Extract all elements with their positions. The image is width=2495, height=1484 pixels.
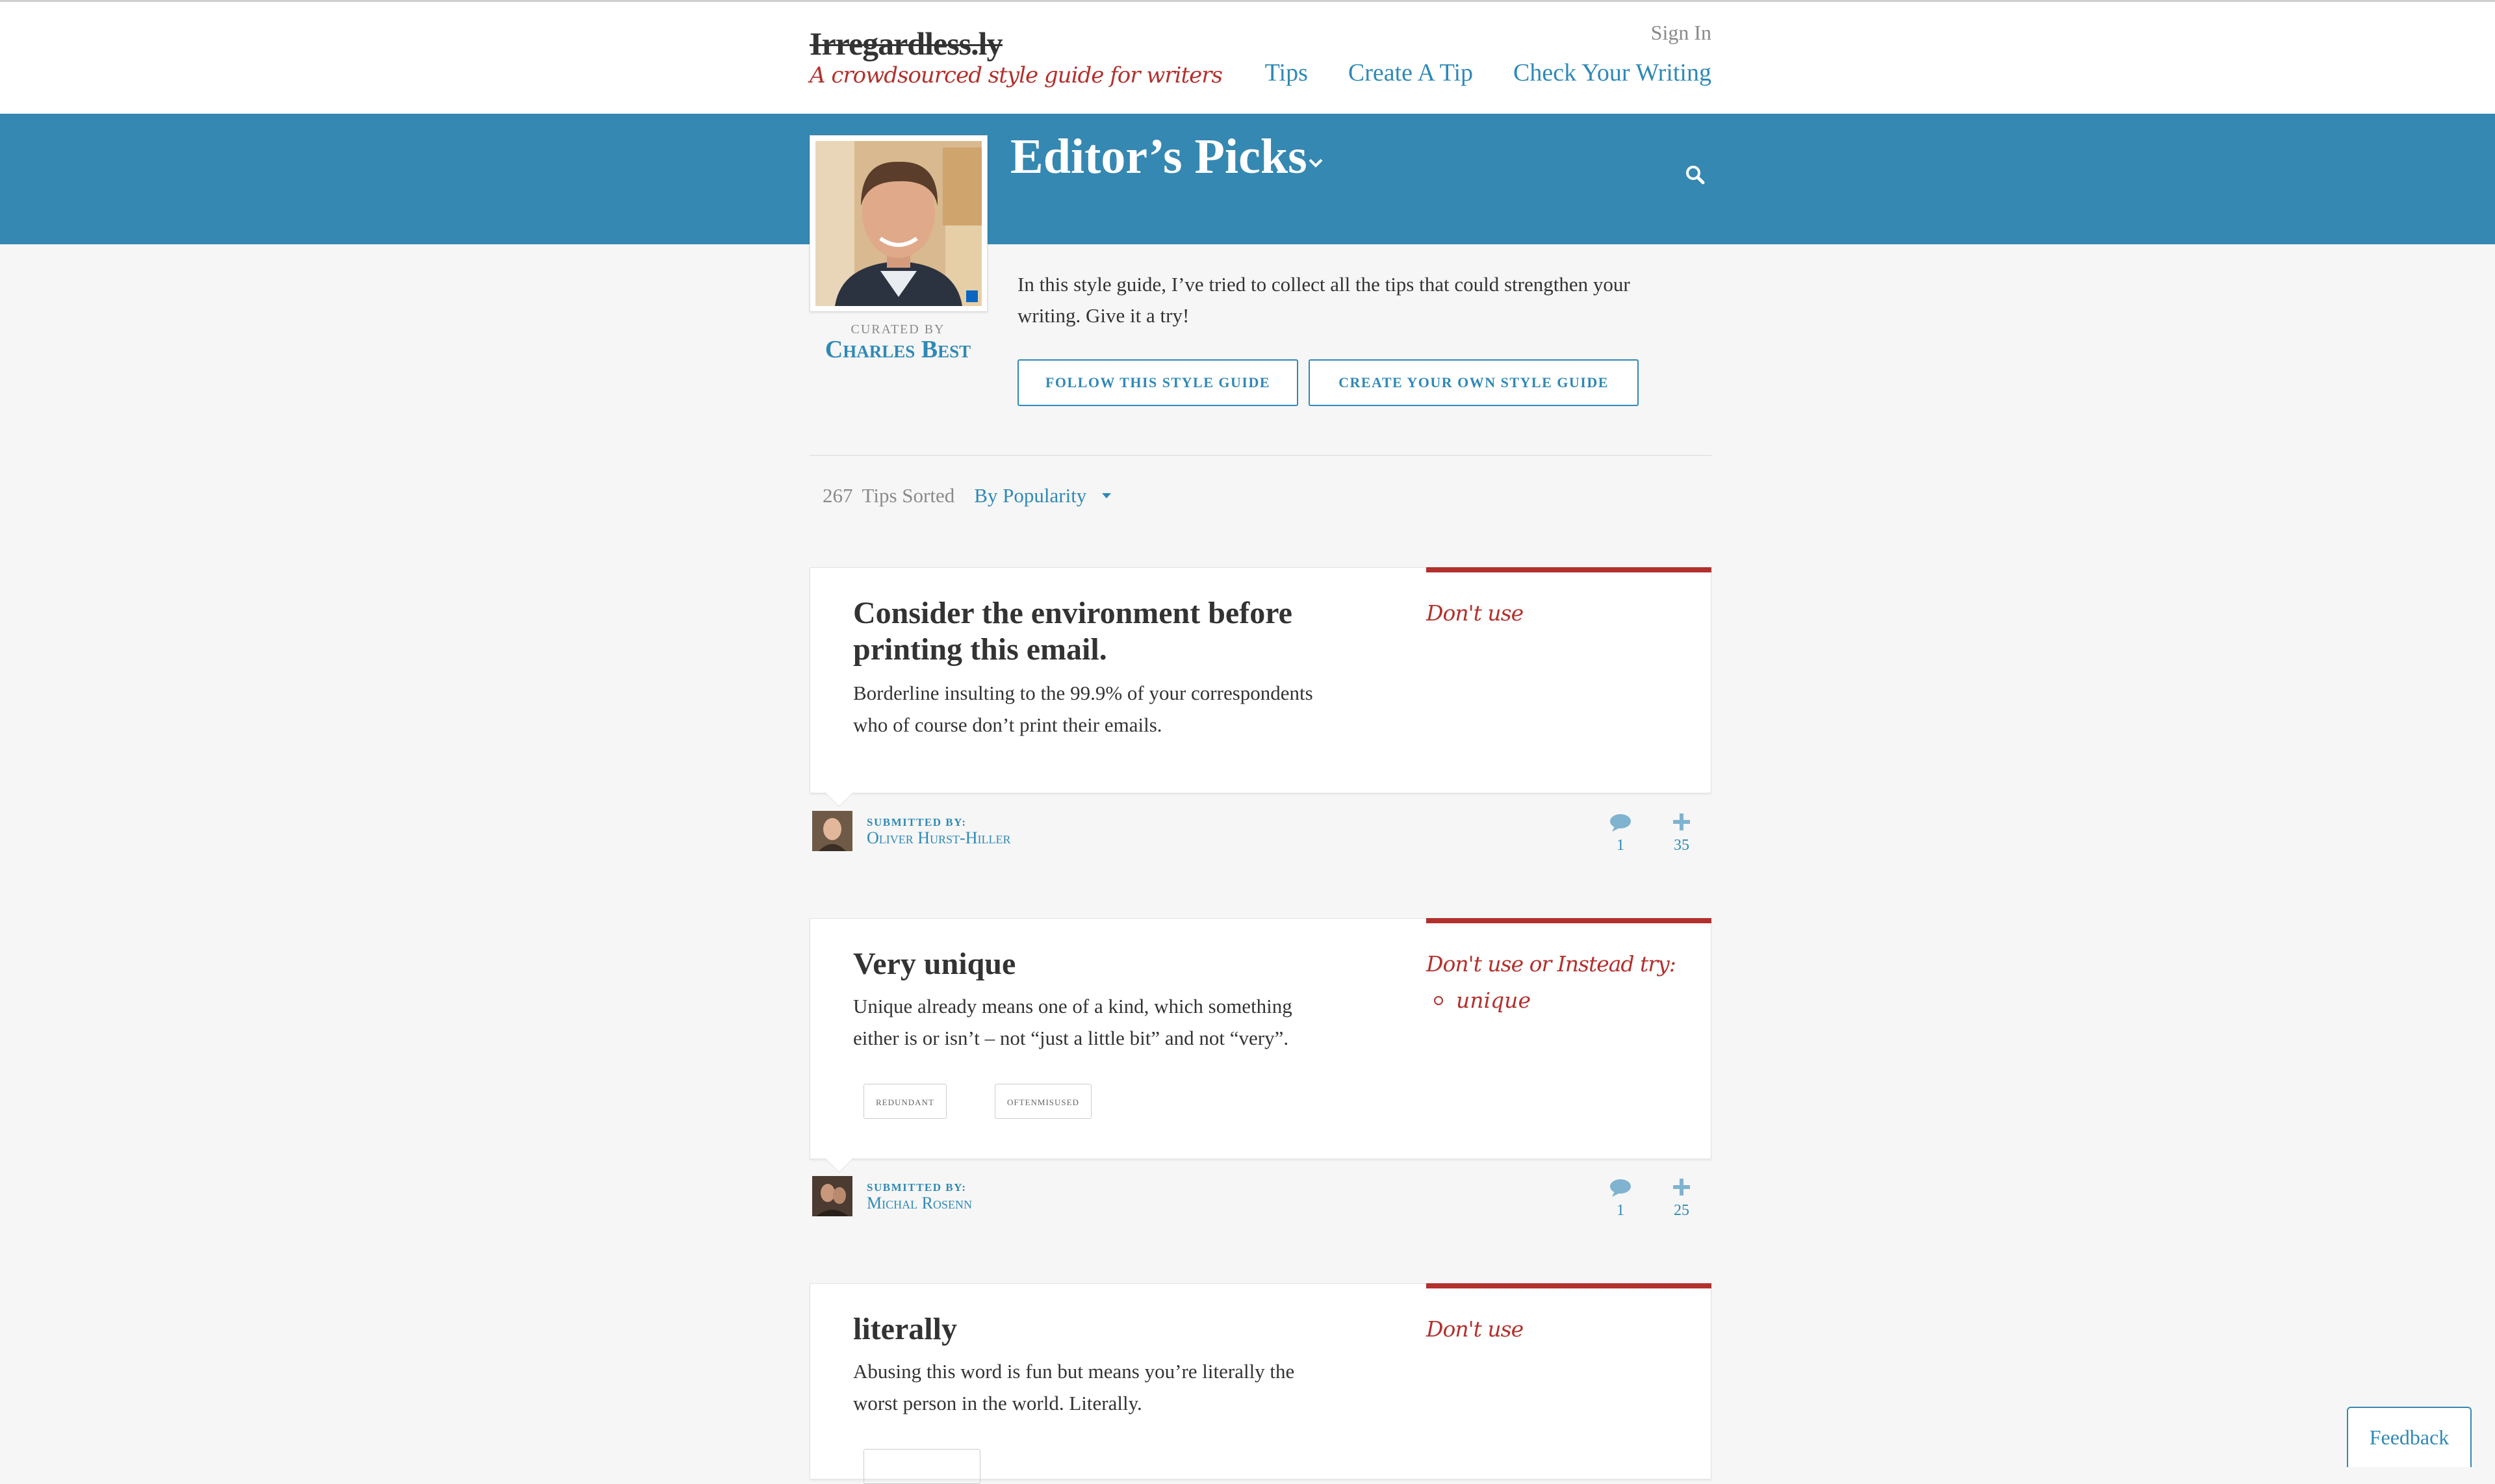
comment-icon: [1610, 1179, 1631, 1197]
tip-submitter[interactable]: Submitted by: Michal Rosenn: [812, 1176, 972, 1216]
tip-card[interactable]: Consider the environment before printing…: [810, 567, 1711, 808]
comment-number: 1: [1617, 837, 1624, 854]
tip-description-line: Abusing this word is fun but means you’r…: [853, 1360, 1295, 1383]
vote-count[interactable]: 25: [1662, 1177, 1701, 1218]
comment-number: 1: [1617, 1202, 1624, 1219]
plus-icon: [1673, 813, 1690, 830]
sort-bar: 267 Tips Sorted By Popularity: [823, 484, 1112, 507]
tip-card[interactable]: Very unique Unique already means one of …: [810, 918, 1711, 1173]
comment-icon: [1610, 814, 1631, 832]
section-divider: [810, 455, 1711, 456]
tip-rule-label: Don't use or Instead try:: [1426, 951, 1676, 977]
tip-rule-bar: [1426, 1283, 1711, 1288]
tip-rule-bar: [1426, 567, 1711, 572]
tip-title-line[interactable]: Consider the environment before: [853, 595, 1292, 632]
avatar: [812, 811, 852, 851]
tips-sorted-label: Tips Sorted: [862, 484, 955, 507]
vote-count[interactable]: 35: [1662, 812, 1701, 853]
tag-often-misused[interactable]: oftenMisused: [995, 1084, 1092, 1119]
chevron-down-icon[interactable]: [1306, 153, 1325, 173]
tag-partial[interactable]: [864, 1449, 980, 1484]
vote-number: 35: [1674, 837, 1689, 854]
nav-create-tip[interactable]: Create A Tip: [1348, 58, 1473, 87]
tip-card[interactable]: literally Abusing this word is fun but m…: [810, 1283, 1711, 1484]
submitted-by-label: Submitted by:: [867, 1181, 967, 1194]
sort-dropdown[interactable]: By Popularity: [974, 484, 1086, 507]
submitter-name[interactable]: Michal Rosenn: [867, 1195, 972, 1212]
tip-rule-label: Don't use: [1426, 600, 1524, 626]
guide-intro: In this style guide, I’ve tried to colle…: [1017, 273, 1630, 327]
comment-count[interactable]: 1: [1601, 1179, 1640, 1218]
tip-title[interactable]: Very unique: [853, 946, 1016, 982]
search-icon[interactable]: [1684, 164, 1706, 186]
tip-count: 267: [823, 484, 853, 507]
tip-title-line[interactable]: printing this email.: [853, 632, 1107, 668]
tip-description-line: Unique already means one of a kind, whic…: [853, 995, 1292, 1017]
tag-redundant[interactable]: redundant: [864, 1084, 947, 1119]
tip-title[interactable]: literally: [853, 1311, 957, 1348]
comment-count[interactable]: 1: [1601, 813, 1640, 853]
submitter-name[interactable]: Oliver Hurst-Hiller: [867, 830, 1010, 847]
follow-style-guide-button[interactable]: Follow this style guide: [1017, 359, 1298, 406]
curator-photo-frame[interactable]: [810, 135, 988, 312]
caret-down-icon[interactable]: [1102, 493, 1112, 498]
logo-text: Irregardless.ly: [810, 25, 1003, 62]
nav-check-writing[interactable]: Check Your Writing: [1513, 58, 1711, 87]
nav-tips[interactable]: Tips: [1265, 58, 1308, 87]
tip-description-line: who of course don’t print their emails.: [853, 713, 1162, 736]
tip-rule-bar: [1426, 918, 1711, 923]
avatar: [812, 1176, 852, 1216]
tip-description-line: worst person in the world. Literally.: [853, 1392, 1142, 1414]
card-notch: [825, 1145, 853, 1173]
tip-rule-label: Don't use: [1426, 1316, 1524, 1342]
curator-name[interactable]: Charles Best: [810, 335, 986, 364]
logo-strikethrough: [810, 44, 1003, 46]
plus-icon: [1673, 1179, 1690, 1196]
feedback-button[interactable]: Feedback: [2347, 1407, 2472, 1467]
main-nav: Tips Create A Tip Check Your Writing: [1265, 58, 1711, 87]
card-notch: [825, 780, 853, 808]
guide-title[interactable]: Editor’s Picks: [1010, 129, 1307, 185]
site-tagline: A crowdsourced style guide for writers: [810, 62, 1223, 88]
site-header: [0, 2, 2495, 114]
tip-description-line: Borderline insulting to the 99.9% of you…: [853, 682, 1313, 704]
tip-alternative[interactable]: unique: [1434, 988, 1531, 1013]
create-style-guide-button[interactable]: Create your own style guide: [1309, 359, 1639, 406]
vote-number: 25: [1674, 1202, 1689, 1219]
curator-photo: [815, 141, 982, 306]
sign-in-link[interactable]: Sign In: [1651, 21, 1711, 45]
tip-description-line: either is or isn’t – not “just a little …: [853, 1027, 1289, 1049]
site-logo[interactable]: Irregardless.ly: [810, 25, 1003, 62]
submitted-by-label: Submitted by:: [867, 816, 967, 828]
tip-submitter[interactable]: Submitted by: Oliver Hurst-Hiller: [812, 811, 1010, 851]
bullet-icon: [1434, 995, 1443, 1005]
alternative-word: unique: [1456, 988, 1531, 1013]
